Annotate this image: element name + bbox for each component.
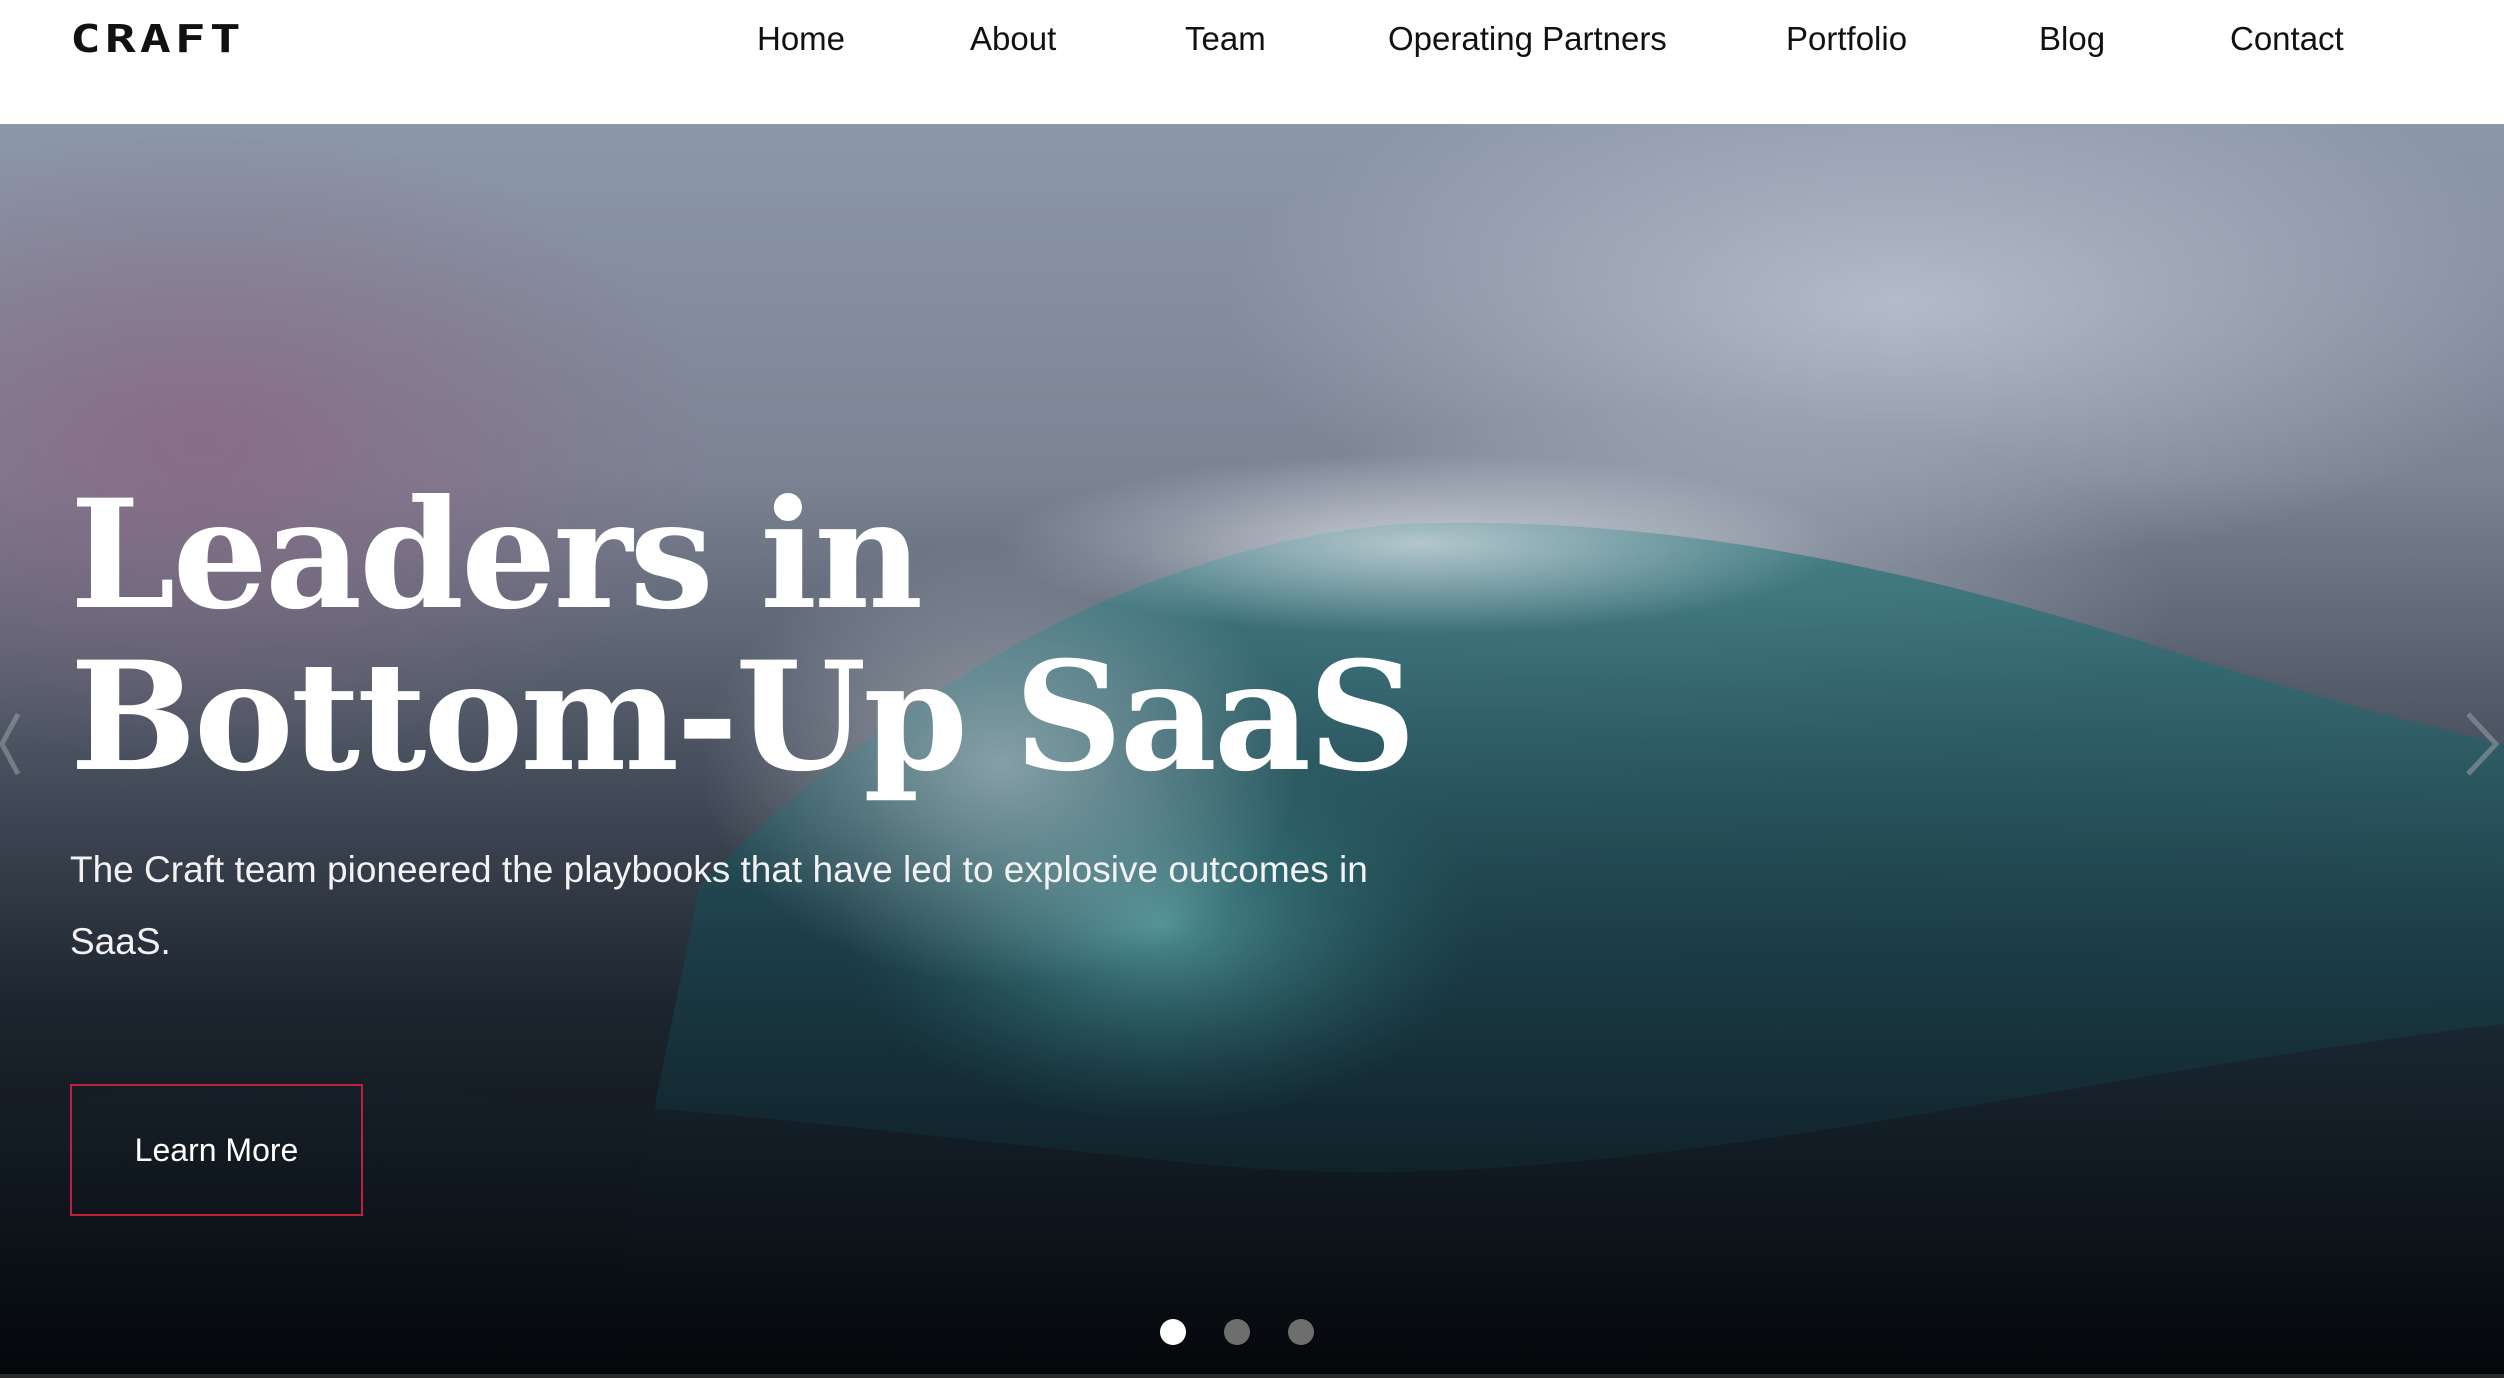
nav-blog[interactable]: Blog	[2039, 18, 2105, 60]
slide-dot-2[interactable]	[1224, 1319, 1250, 1345]
site-header: CRAFT Home About Team Operating Partners…	[0, 0, 2504, 124]
hero-slider: Leaders in Bottom-Up SaaS The Craft team…	[0, 124, 2504, 1374]
hero-headline-line-1: Leaders in	[70, 467, 923, 643]
hero-subtext: The Craft team pioneered the playbooks t…	[70, 849, 1368, 962]
nav-home[interactable]: Home	[757, 18, 845, 60]
bottom-divider	[0, 1374, 2504, 1378]
chevron-right-icon[interactable]	[2460, 704, 2500, 784]
nav-contact[interactable]: Contact	[2230, 18, 2344, 60]
nav-team[interactable]: Team	[1185, 18, 1266, 60]
learn-more-button[interactable]: Learn More	[70, 1084, 363, 1216]
hero-headline: Leaders in Bottom-Up SaaS	[70, 474, 1470, 798]
hero-headline-line-2: Bottom-Up SaaS	[70, 629, 1416, 805]
slide-dot-1[interactable]	[1160, 1319, 1186, 1345]
slide-dot-3[interactable]	[1288, 1319, 1314, 1345]
slider-pagination	[0, 1319, 2504, 1345]
chevron-left-icon[interactable]	[0, 704, 40, 784]
nav-portfolio[interactable]: Portfolio	[1786, 18, 1907, 60]
nav-about[interactable]: About	[970, 18, 1056, 60]
main-nav: Home About Team Operating Partners Portf…	[0, 18, 2504, 60]
nav-operating-partners[interactable]: Operating Partners	[1388, 18, 1667, 60]
